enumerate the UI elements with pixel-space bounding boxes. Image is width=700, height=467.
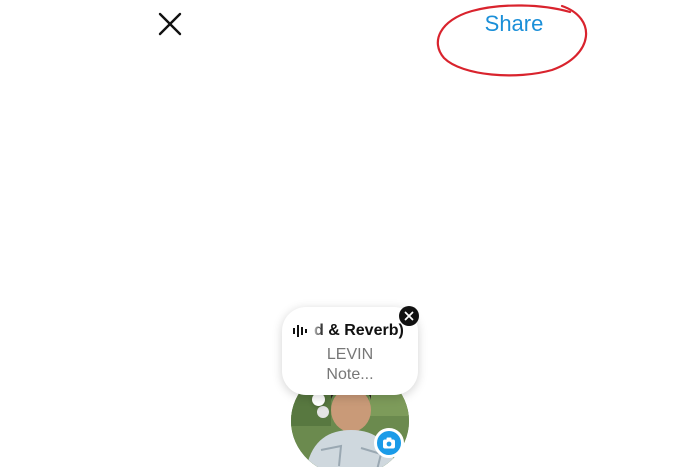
close-icon xyxy=(158,12,182,36)
share-button[interactable]: Share xyxy=(478,8,550,40)
camera-button[interactable] xyxy=(374,428,404,458)
waveform-icon xyxy=(293,325,307,337)
song-title: d & Reverb) xyxy=(314,322,404,339)
camera-icon xyxy=(383,437,395,449)
note-input-placeholder[interactable]: Note... xyxy=(282,366,418,384)
close-button[interactable] xyxy=(152,6,188,42)
music-row[interactable]: d & Reverb) xyxy=(292,321,408,341)
note-bubble[interactable]: d & Reverb) LEVIN Note... xyxy=(282,307,418,395)
marquee-fade xyxy=(310,321,324,341)
song-artist: LEVIN xyxy=(326,346,374,363)
close-icon xyxy=(404,311,414,321)
remove-music-button[interactable] xyxy=(399,306,419,326)
create-note-screen: Share d & Reverb) LEVIN Note... xyxy=(0,0,700,467)
